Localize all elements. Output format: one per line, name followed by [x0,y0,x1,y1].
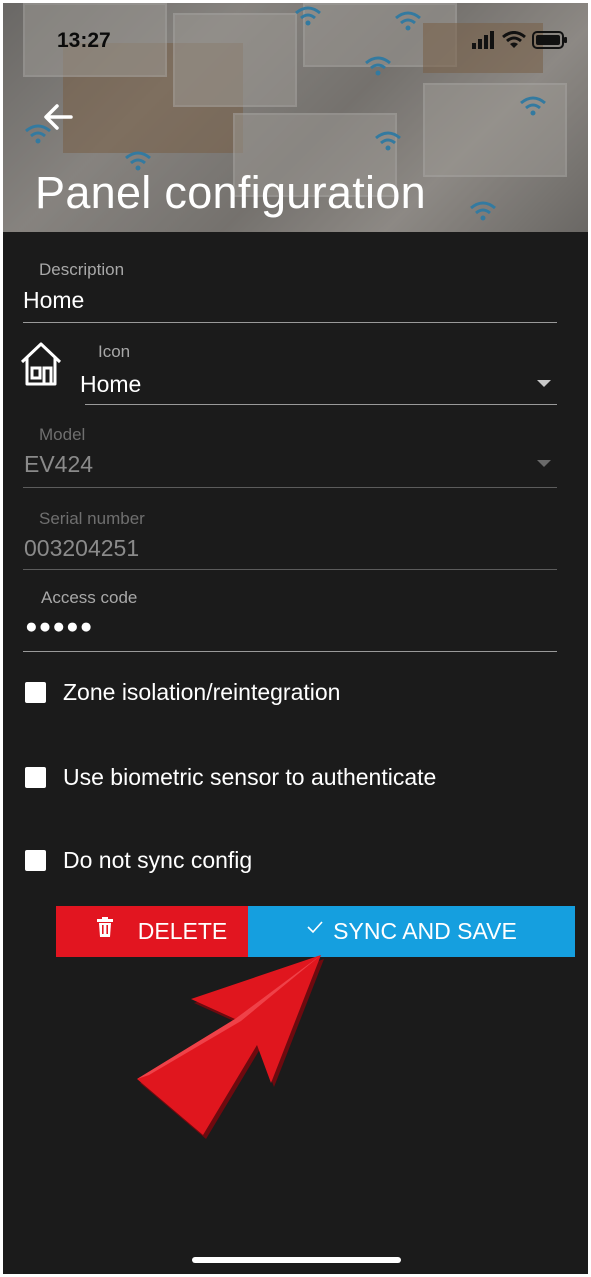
description-label: Description [39,260,125,279]
chevron-down-icon [537,460,551,467]
serial-number-field: Serial number 003204251 [23,507,557,570]
model-select: Model EV424 [23,423,557,488]
chevron-down-icon [537,380,551,387]
sync-and-save-label: SYNC AND SAVE [333,918,517,944]
checkbox-box[interactable] [25,682,46,703]
access-code-label: Access code [41,588,138,607]
home-icon [20,342,62,386]
serial-number-value: 003204251 [24,535,140,561]
status-time: 13:27 [57,29,111,52]
sync-and-save-button[interactable]: SYNC AND SAVE [248,906,575,957]
access-code-value: ●●●●● [25,615,94,638]
status-icons [472,29,568,51]
description-field[interactable]: Description Home [23,257,557,323]
wifi-icon [502,31,526,48]
home-indicator[interactable] [192,1257,401,1263]
check-icon [307,920,323,933]
serial-number-label: Serial number [39,509,145,528]
model-label: Model [39,425,86,444]
do-not-sync-label: Do not sync config [63,847,253,873]
checkbox-box[interactable] [25,767,46,788]
page-title: Panel configuration [35,167,426,218]
header: 13:27 Panel configuration [3,3,588,232]
phone-screen: 13:27 Panel configuration Description Ho… [3,3,588,1274]
zone-isolation-checkbox[interactable]: Zone isolation/reintegration [25,679,340,706]
icon-value: Home [80,371,142,397]
delete-button-label: DELETE [137,918,228,944]
back-arrow-icon[interactable] [39,97,79,137]
access-code-field[interactable]: Access code ●●●●● [23,587,557,652]
trash-icon [96,916,113,937]
icon-label: Icon [98,342,131,361]
delete-button[interactable]: DELETE [56,906,267,957]
pointer-arrow-icon [137,955,324,1139]
biometric-checkbox[interactable]: Use biometric sensor to authenticate [25,764,436,791]
description-value: Home [23,287,85,313]
icon-select[interactable]: Icon Home [80,339,557,405]
zone-isolation-label: Zone isolation/reintegration [63,679,341,705]
signal-icon [472,31,494,49]
checkbox-box[interactable] [25,850,46,871]
model-value: EV424 [24,451,94,477]
do-not-sync-checkbox[interactable]: Do not sync config [25,847,252,874]
biometric-label: Use biometric sensor to authenticate [63,764,437,790]
battery-icon [532,31,567,49]
